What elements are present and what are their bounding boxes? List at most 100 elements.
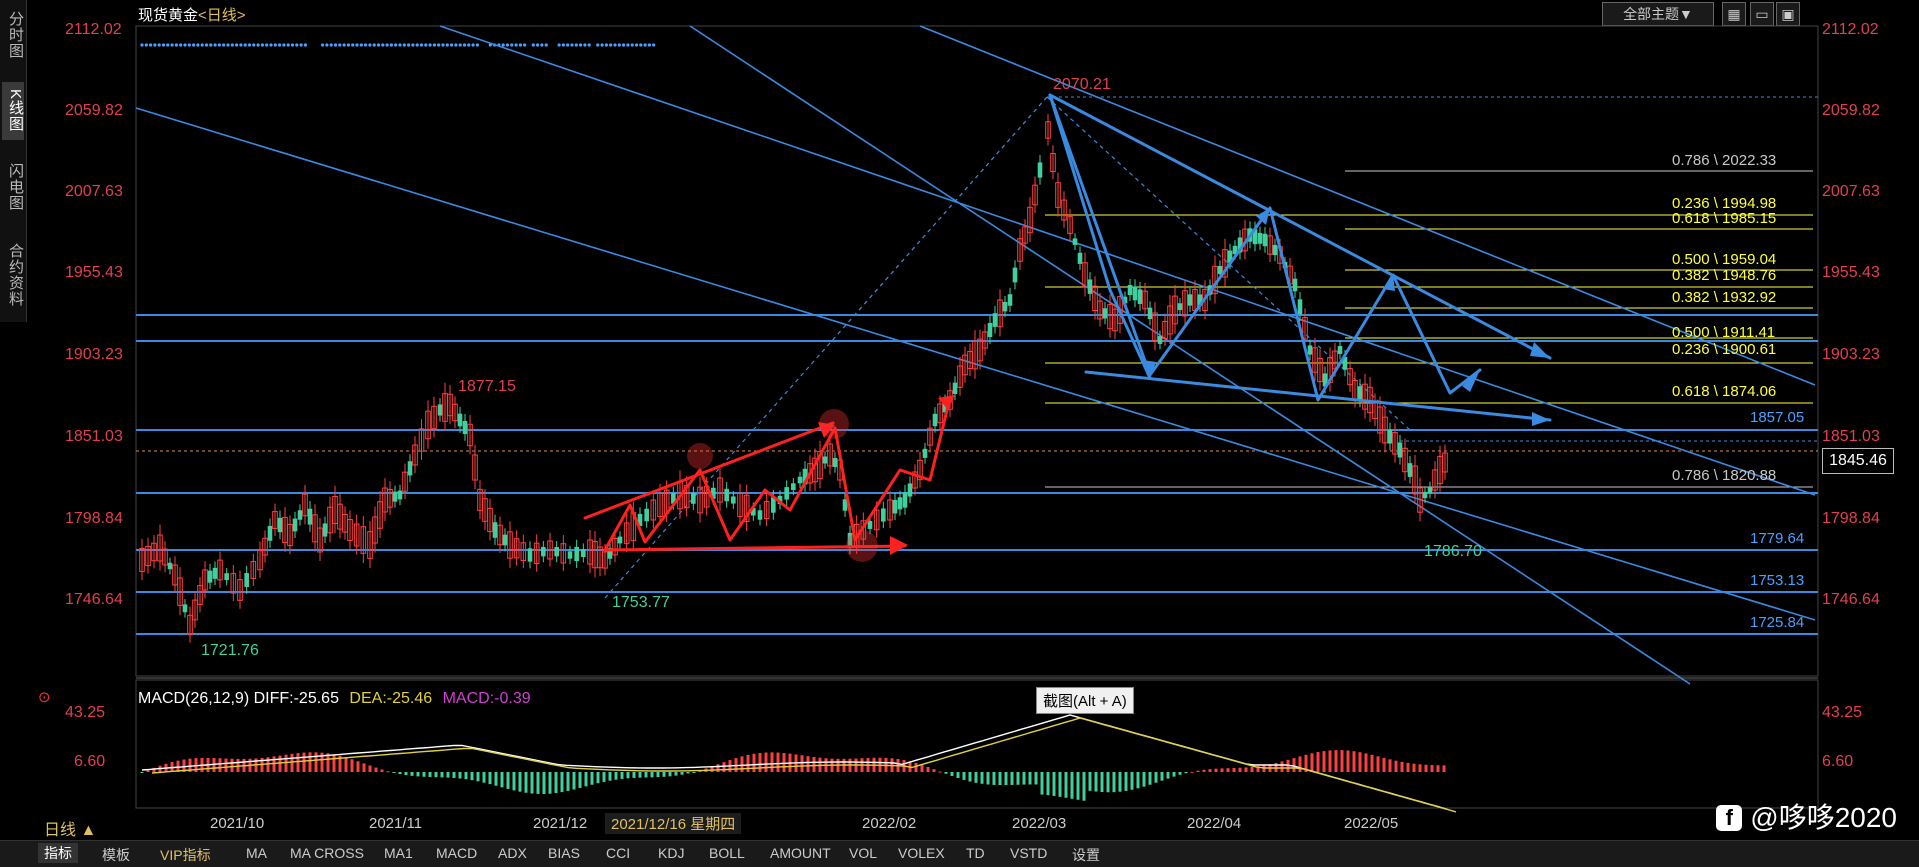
support-label: 1779.64 xyxy=(1750,530,1805,547)
signal-dot xyxy=(639,43,643,47)
indicator-ma1[interactable]: MA1 xyxy=(384,845,413,861)
candle-body xyxy=(307,508,313,525)
candle-body xyxy=(527,548,533,562)
macd-bar xyxy=(1094,772,1098,792)
macd-bar xyxy=(1010,772,1014,785)
candle-body xyxy=(1257,232,1263,244)
x-tick: 2022/03 xyxy=(1012,815,1067,832)
indicator-ma-cross[interactable]: MA CROSS xyxy=(290,845,364,861)
indicator-td[interactable]: TD xyxy=(966,845,985,861)
indicator-adx[interactable]: ADX xyxy=(498,845,527,861)
signal-dot xyxy=(454,43,458,47)
macd-settings-icon[interactable]: ⊙ xyxy=(38,688,51,706)
macd-bar xyxy=(386,771,390,773)
signal-dot xyxy=(385,43,389,47)
candle-body xyxy=(897,497,903,510)
macd-bar xyxy=(1364,753,1368,772)
macd-bar xyxy=(362,763,366,772)
signal-dot xyxy=(411,43,415,47)
macd-bar xyxy=(548,772,552,794)
candle-body xyxy=(822,456,828,464)
macd-bar xyxy=(1166,772,1170,779)
red-pattern-arrows xyxy=(583,396,952,552)
macd-bar xyxy=(344,757,348,772)
indicator-cci[interactable]: CCI xyxy=(606,845,630,861)
indicator-vstd[interactable]: VSTD xyxy=(1010,845,1047,861)
price-tick-left: 1955.43 xyxy=(65,264,123,281)
indicator-boll[interactable]: BOLL xyxy=(709,845,745,861)
tab-indicators[interactable]: 指标 xyxy=(38,843,78,863)
candle-body xyxy=(784,487,789,500)
candle-body xyxy=(902,492,908,508)
candlesticks xyxy=(139,113,1448,643)
signal-dot xyxy=(179,43,183,47)
main-chart[interactable] xyxy=(0,0,1919,866)
indicator-macd[interactable]: MACD xyxy=(436,845,477,861)
indicator-volex[interactable]: VOLEX xyxy=(898,845,945,861)
macd-bar xyxy=(530,772,534,794)
signal-dot xyxy=(544,43,548,47)
candle-body xyxy=(881,508,886,522)
macd-bar xyxy=(560,772,564,793)
signal-dot xyxy=(174,43,178,47)
indicator-bias[interactable]: BIAS xyxy=(548,845,580,861)
tab-templates[interactable]: 模板 xyxy=(102,845,130,865)
indicator-ma[interactable]: MA xyxy=(246,845,267,861)
annotation-low-may: 1786.70 xyxy=(1424,543,1482,560)
indicator-vol[interactable]: VOL xyxy=(849,845,877,861)
macd-bar xyxy=(1220,768,1224,772)
candle-body xyxy=(1407,463,1413,477)
macd-bar xyxy=(392,772,396,773)
macd-bar xyxy=(644,772,648,778)
candle-body xyxy=(1132,286,1138,301)
period-selector[interactable]: 日线 ▲ xyxy=(44,816,96,840)
macd-bar xyxy=(1316,752,1320,772)
candle-body xyxy=(922,448,928,458)
macd-bar xyxy=(968,772,972,782)
macd-bar xyxy=(1178,772,1182,775)
settings-button[interactable]: 设置 xyxy=(1072,845,1100,865)
macd-bar xyxy=(980,772,984,784)
macd-bar xyxy=(446,772,450,778)
signal-dot xyxy=(583,43,587,47)
signal-dot xyxy=(407,43,411,47)
macd-bar xyxy=(1088,772,1092,791)
signal-dot xyxy=(471,43,475,47)
candle-body xyxy=(1087,279,1093,294)
fib-label: 0.382 \ 1932.92 xyxy=(1672,289,1777,306)
dashed-trend-lines xyxy=(604,96,1411,599)
candle-body xyxy=(1357,386,1363,401)
signal-dot xyxy=(450,43,454,47)
macd-bar xyxy=(1184,772,1188,774)
macd-bar xyxy=(1244,767,1248,772)
candle-body xyxy=(554,546,559,557)
signal-dot xyxy=(269,43,273,47)
signal-dot xyxy=(217,43,221,47)
indicator-amount[interactable]: AMOUNT xyxy=(770,845,831,861)
signal-dot xyxy=(303,43,307,47)
macd-bar xyxy=(1376,756,1380,772)
price-tick-right: 1903.23 xyxy=(1822,346,1880,363)
tab-vip-indicators[interactable]: VIP指标 xyxy=(160,845,211,865)
macd-bar xyxy=(668,772,672,777)
macd-bar xyxy=(1328,750,1332,772)
signal-dot xyxy=(643,43,647,47)
candle-body xyxy=(224,573,229,581)
candle-body xyxy=(462,420,468,435)
macd-bar xyxy=(398,772,402,775)
signal-dot xyxy=(501,43,505,47)
screenshot-tooltip: 截图(Alt + A) xyxy=(1036,687,1134,714)
macd-bar xyxy=(464,772,468,780)
candle-body xyxy=(457,413,463,427)
macd-bar xyxy=(440,772,444,778)
macd-bar xyxy=(374,767,378,772)
macd-bar xyxy=(1058,772,1062,797)
macd-bar xyxy=(1052,772,1056,796)
macd-bar xyxy=(554,772,558,794)
macd-tick-right: 43.25 xyxy=(1822,704,1863,721)
macd-bar xyxy=(758,752,762,772)
macd-bar xyxy=(278,755,282,772)
current-price-tag: 1845.46 xyxy=(1822,448,1894,474)
macd-bar xyxy=(1082,772,1086,801)
indicator-kdj[interactable]: KDJ xyxy=(658,845,684,861)
